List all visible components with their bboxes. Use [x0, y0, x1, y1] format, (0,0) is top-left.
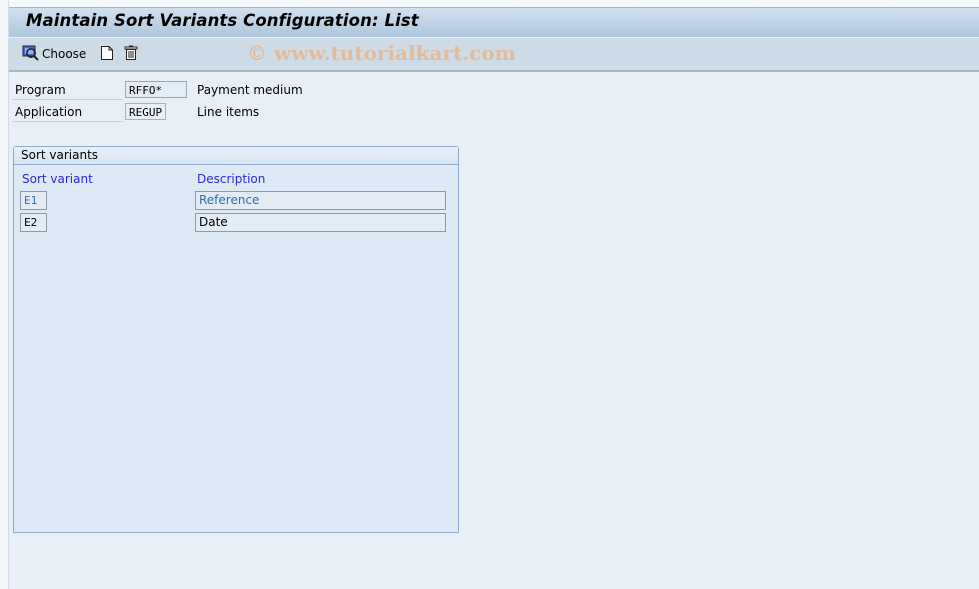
application-toolbar: Choose © www.tutorialkart.com [9, 38, 979, 72]
column-header-sort-variant[interactable]: Sort variant [22, 172, 93, 186]
table-row-2-variant[interactable]: E2 [20, 213, 47, 232]
trash-delete-icon [124, 45, 138, 64]
group-header: Sort variants [14, 147, 458, 165]
program-description: Payment medium [197, 83, 303, 97]
create-button[interactable] [100, 44, 114, 64]
window-top-strip [9, 0, 979, 8]
table-row-1-variant[interactable]: E1 [20, 191, 47, 210]
new-document-icon [100, 45, 114, 64]
sap-screen: Maintain Sort Variants Configuration: Li… [8, 0, 979, 589]
program-label-cell: Program [13, 80, 123, 100]
title-bar: Maintain Sort Variants Configuration: Li… [9, 8, 979, 38]
choose-button[interactable]: Choose [22, 44, 86, 64]
column-header-description[interactable]: Description [197, 172, 265, 186]
group-title: Sort variants [21, 148, 99, 162]
sort-variants-group: Sort variants Sort variant Description E… [13, 146, 459, 533]
program-field[interactable]: RFFO* [125, 81, 187, 98]
program-label: Program [15, 83, 66, 97]
application-description: Line items [197, 105, 260, 119]
watermark-text: © www.tutorialkart.com [247, 41, 516, 65]
choose-label: Choose [42, 47, 87, 61]
choose-magnifier-icon [22, 45, 40, 64]
page-title: Maintain Sort Variants Configuration: Li… [26, 11, 419, 30]
application-label-cell: Application [13, 102, 123, 122]
table-row-2-description[interactable]: Date [195, 213, 446, 232]
delete-button[interactable] [124, 44, 138, 64]
application-label: Application [15, 105, 83, 119]
application-field[interactable]: REGUP [125, 103, 166, 120]
table-row-1-description[interactable]: Reference [195, 191, 446, 210]
